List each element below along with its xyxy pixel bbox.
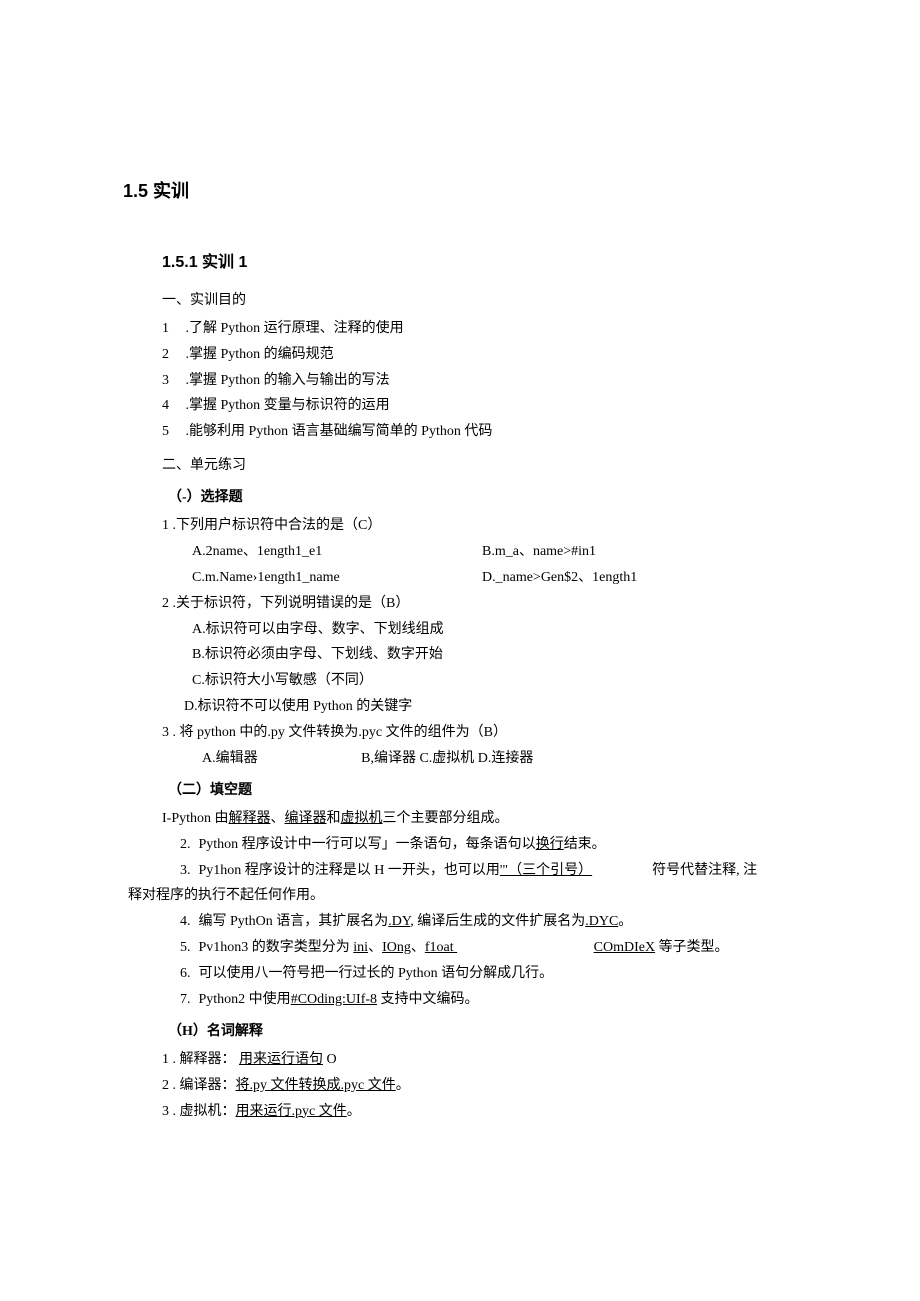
q1-option-c: C.m.Name›1ength1_name	[192, 565, 482, 591]
fill-5: 5.Pv1hon3 的数字类型分为 ini、IOng、f1oat COmDIeX…	[162, 935, 820, 961]
q1-option-a: A.2name、1ength1_e1	[192, 539, 482, 565]
term-1: 1 . 解释器： 用来运行语句 O	[162, 1047, 820, 1073]
fill-3-line2: 释对程序的执行不起任何作用。	[128, 883, 820, 909]
fill-title: （二）填空题	[168, 778, 820, 804]
choice-title: （-）选择题	[168, 485, 820, 511]
fill-7: 7.Python2 中使用#COding:UIf-8 支持中文编码。	[162, 987, 820, 1013]
fill-3-line1: 3.Py1hon 程序设计的注释是以 H 一开头，也可以用'"（三个引号）符号代…	[162, 858, 820, 884]
fill-6: 6.可以使用八一符号把一行过长的 Python 语句分解成几行。	[162, 961, 820, 987]
objective-1: 1 .了解 Python 运行原理、注释的使用	[162, 316, 820, 342]
objective-3: 3 .掌握 Python 的输入与输出的写法	[162, 368, 820, 394]
term-2: 2 . 编译器：将.py 文件转换成.pyc 文件。	[162, 1073, 820, 1099]
q3-option-a: A.编辑器	[202, 751, 258, 766]
q1-option-d: D._name>Gen$2、1ength1	[482, 565, 637, 591]
objective-5: 5 .能够利用 Python 语言基础编写简单的 Python 代码	[162, 419, 820, 445]
term-3: 3 . 虚拟机：用来运行.pyc 文件。	[162, 1099, 820, 1125]
q2-option-c: C.标识符大小写敏感（不同）	[192, 668, 820, 694]
section-1-title: 一、实训目的	[162, 288, 820, 314]
q2-stem: 2 .关于标识符，下列说明错误的是（B）	[162, 591, 820, 617]
sub-heading: 1.5.1 实训 1	[162, 248, 820, 278]
fill-1: I-Python 由解释器、编译器和虚拟机三个主要部分组成。	[162, 806, 820, 832]
q2-option-b: B.标识符必须由字母、下划线、数字开始	[192, 642, 820, 668]
q3-stem: 3 . 将 python 中的.py 文件转换为.pyc 文件的组件为（B）	[162, 720, 820, 746]
fill-2: 2.Python 程序设计中一行可以写」一条语句，每条语句以换行结束。	[162, 832, 820, 858]
q1-stem: 1 .下列用户标识符中合法的是（C）	[162, 513, 820, 539]
fill-4: 4.编写 PythOn 语言，其扩展名为.DY, 编译后生成的文件扩展名为.DY…	[162, 909, 820, 935]
q1-options-row2: C.m.Name›1ength1_name D._name>Gen$2、1eng…	[192, 565, 820, 591]
term-title: （H）名词解释	[168, 1019, 820, 1045]
q1-options-row1: A.2name、1ength1_e1 B.m_a、name>#in1	[192, 539, 820, 565]
objective-4: 4 .掌握 Python 变量与标识符的运用	[162, 393, 820, 419]
main-heading: 1.5 实训	[123, 175, 820, 208]
q1-option-b: B.m_a、name>#in1	[482, 539, 596, 565]
q3-options: A.编辑器 B,编译器 C.虚拟机 D.连接器	[202, 746, 820, 772]
q2-option-d: D.标识符不可以使用 Python 的关键字	[184, 694, 820, 720]
section-2-title: 二、单元练习	[162, 453, 820, 479]
objective-2: 2 .掌握 Python 的编码规范	[162, 342, 820, 368]
q2-option-a: A.标识符可以由字母、数字、下划线组成	[192, 617, 820, 643]
q3-option-bcd: B,编译器 C.虚拟机 D.连接器	[361, 746, 533, 772]
